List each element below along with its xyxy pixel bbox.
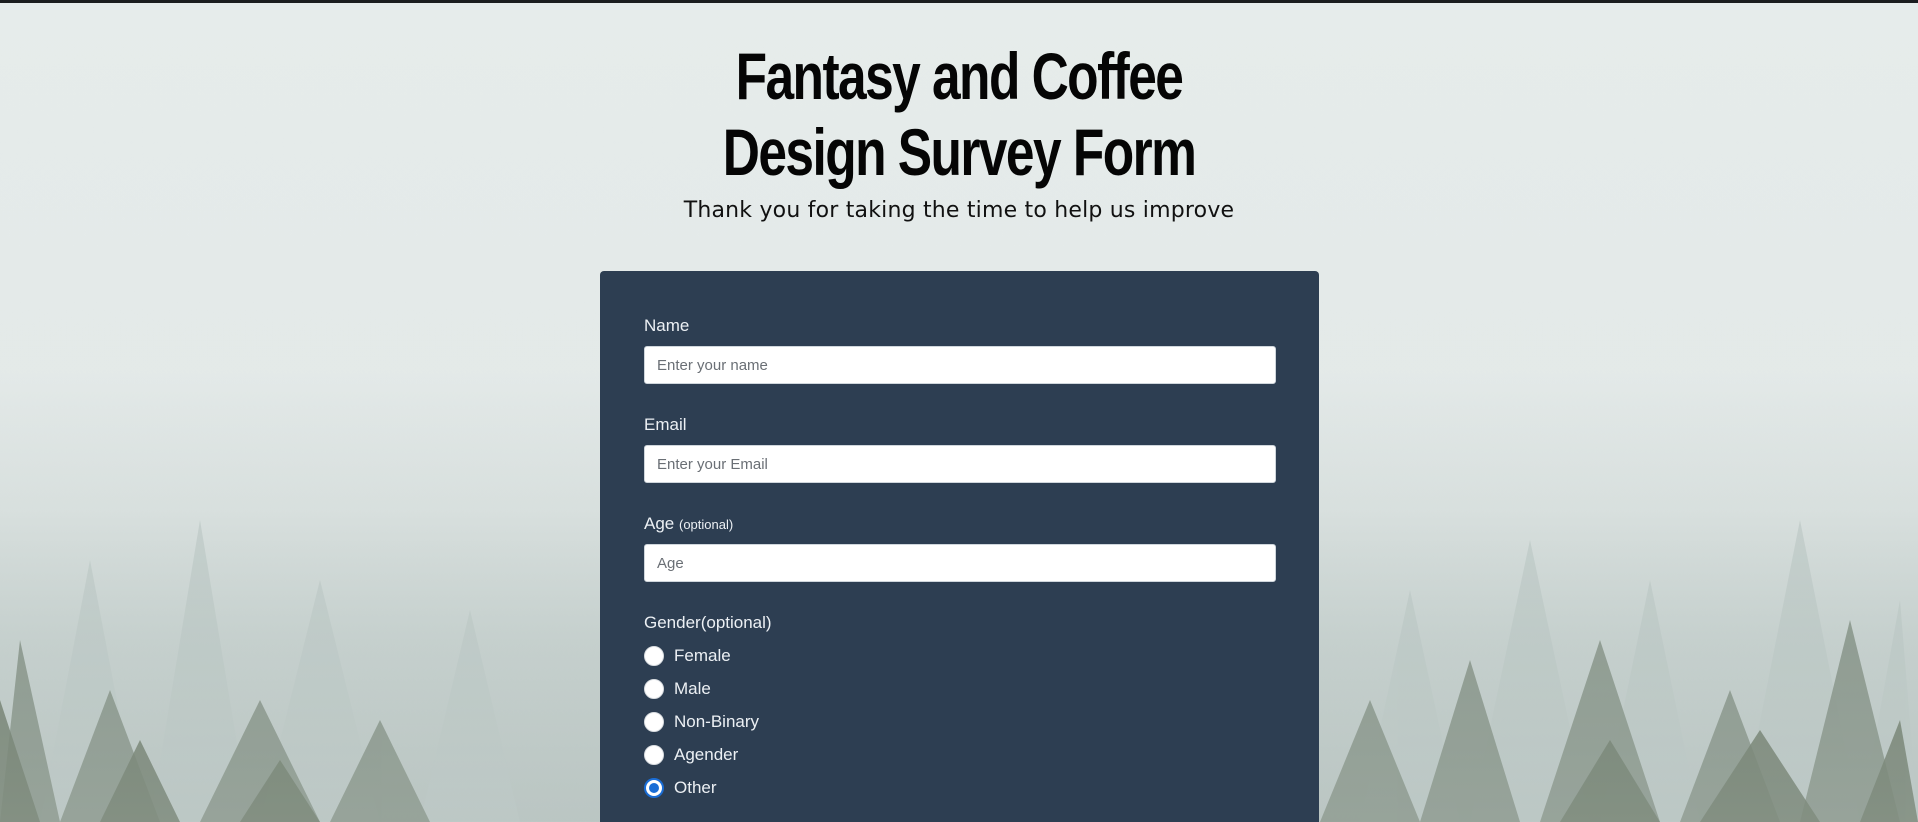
gender-option-label: Male [674,678,711,698]
name-label: Name [644,316,690,335]
age-label-text: Age [644,514,675,533]
gender-field: Gender(optional) Female Male Non-Binary … [644,611,1276,804]
gender-radio-other[interactable] [644,777,664,798]
email-field: Email [644,413,1276,483]
gender-option-label: Other [674,777,717,797]
gender-option-label: Female [674,645,731,665]
gender-option-label: Non-Binary [674,711,760,731]
gender-option-male[interactable]: Male [644,672,1276,705]
gender-option-other[interactable]: Other [644,771,1276,804]
gender-option-female[interactable]: Female [644,639,1276,672]
gender-label: Gender(optional) [644,613,772,632]
age-input[interactable] [644,544,1276,582]
gender-radio-non-binary[interactable] [644,711,664,732]
gender-radio-agender[interactable] [644,744,664,765]
header: Fantasy and Coffee Design Survey Form Th… [0,38,1918,223]
gender-option-label: Agender [674,744,739,764]
age-label-note: (optional) [678,517,734,532]
gender-option-agender[interactable]: Agender [644,738,1276,771]
page-description: Thank you for taking the time to help us… [683,198,1235,223]
age-label: Age (optional) [644,512,1276,536]
name-field: Name [644,314,1276,384]
email-input[interactable] [644,445,1276,483]
email-label: Email [644,415,687,434]
page-title: Fantasy and Coffee Design Survey Form [722,39,1197,189]
gender-option-non-binary[interactable]: Non-Binary [644,705,1276,738]
age-field: Age (optional) [644,512,1276,582]
gender-radio-female[interactable] [644,645,664,666]
gender-radio-male[interactable] [644,678,664,699]
survey-form: Name Email Age (optional) Gender(optiona… [600,271,1319,822]
name-input[interactable] [644,346,1276,384]
